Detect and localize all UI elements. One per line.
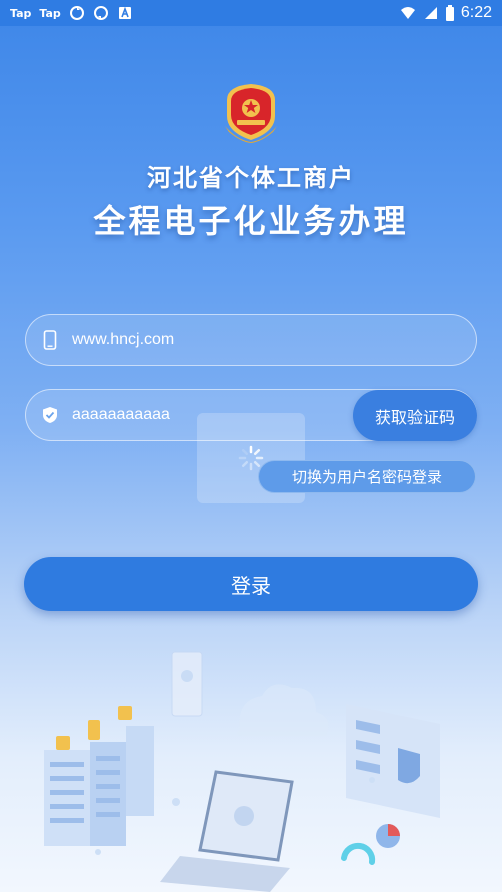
cloud-icon	[237, 684, 329, 736]
wifi-icon	[400, 7, 415, 19]
sync-icon	[93, 6, 108, 20]
battery-icon	[445, 5, 454, 21]
get-code-button[interactable]: 获取验证码	[353, 390, 477, 441]
status-left: Tap Tap	[10, 5, 133, 21]
ring-icon	[341, 842, 376, 865]
switch-login-mode-button[interactable]: 切换为用户名密码登录	[258, 460, 476, 493]
phone-input-value[interactable]: www.hncj.com	[72, 331, 174, 349]
page-title: 河北省个体工商户	[147, 164, 355, 192]
status-right: 6:22	[399, 4, 492, 22]
login-button[interactable]: 登录	[24, 557, 478, 611]
pie-chart-icon	[376, 824, 400, 848]
decorative-illustration	[44, 651, 440, 892]
tap-app-icon: Tap	[39, 6, 61, 20]
document-icon	[171, 651, 203, 717]
phone-field[interactable]: www.hncj.com	[25, 314, 477, 366]
page-subtitle: 全程电子化业务办理	[93, 202, 409, 240]
sync-icon	[69, 6, 84, 20]
phone-icon	[40, 330, 60, 350]
clock: 6:22	[460, 4, 492, 21]
a-icon	[118, 6, 131, 19]
code-input-value[interactable]: aaaaaaaaaaa	[72, 406, 170, 424]
server-rack-icon	[44, 706, 154, 846]
tap-app-icon: Tap	[10, 6, 32, 20]
laptop-icon	[160, 770, 294, 892]
dashboard-panel-icon	[346, 704, 440, 818]
status-bar: Tap Tap 6:22	[0, 0, 502, 26]
signal-icon	[424, 7, 437, 19]
national-emblem-icon	[225, 84, 277, 143]
shield-icon	[40, 405, 60, 425]
